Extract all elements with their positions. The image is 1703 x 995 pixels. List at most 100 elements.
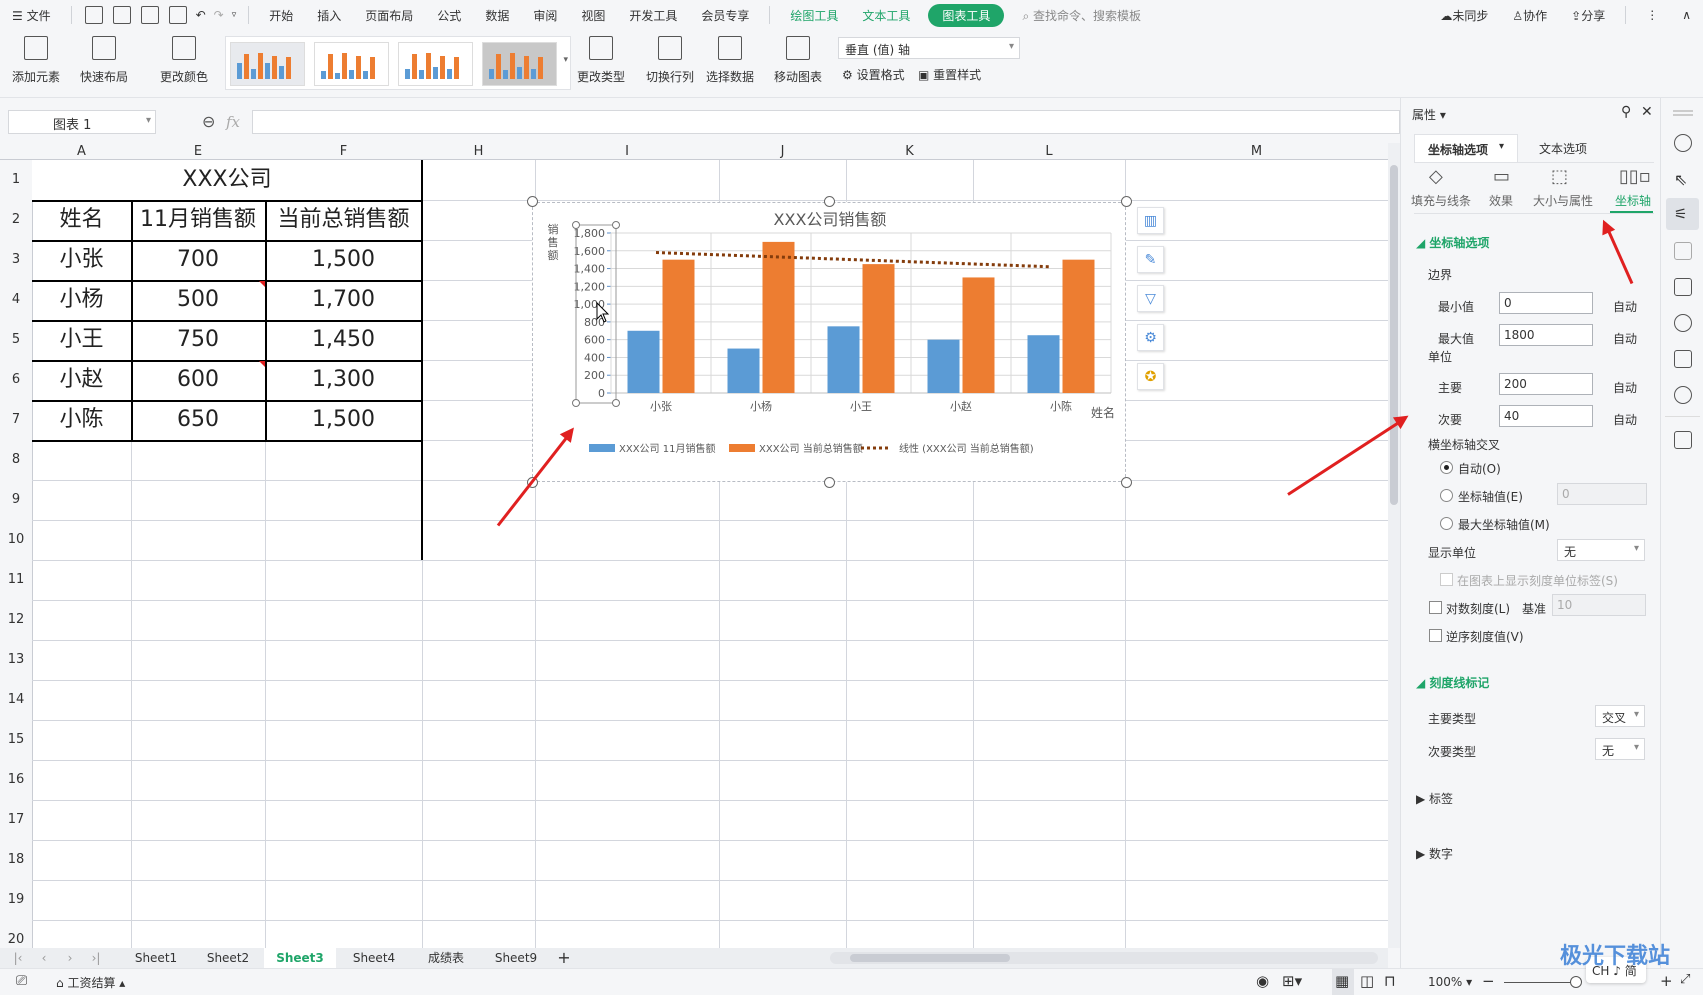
- reverse-label[interactable]: 逆序刻度值(V): [1446, 628, 1524, 645]
- major-unit-input[interactable]: 200: [1499, 373, 1593, 395]
- display-units-select[interactable]: 无: [1557, 539, 1645, 561]
- cross-value-radio[interactable]: [1440, 489, 1453, 502]
- rocket-icon[interactable]: [1674, 134, 1692, 152]
- chart-smart-button[interactable]: ✪: [1137, 363, 1164, 390]
- section-tick-marks[interactable]: ◢ 刻度线标记: [1416, 674, 1489, 691]
- tab-chart-tools[interactable]: 图表工具: [928, 3, 1005, 27]
- column-header-L[interactable]: L: [973, 143, 1125, 160]
- show-units-checkbox[interactable]: [1440, 573, 1453, 586]
- table-cell[interactable]: 小张: [32, 240, 131, 280]
- log-base-input[interactable]: 10: [1552, 594, 1646, 616]
- undo-icon[interactable]: ↶: [192, 8, 210, 22]
- vertical-scroll-thumb[interactable]: [1390, 165, 1398, 505]
- table-cell[interactable]: 1,500: [265, 240, 422, 280]
- customize-icon[interactable]: ▿: [228, 10, 241, 20]
- normal-view-button[interactable]: ▦: [1332, 969, 1354, 995]
- gallery-expand-icon[interactable]: ▾: [563, 55, 568, 65]
- drag-handle[interactable]: [1673, 110, 1693, 112]
- column-header-E[interactable]: E: [131, 143, 265, 160]
- chart-style-4[interactable]: [482, 42, 557, 86]
- select-pointer-icon[interactable]: ⇖: [1674, 170, 1692, 189]
- row-header[interactable]: 3: [0, 240, 32, 280]
- formula-input[interactable]: [252, 110, 1400, 134]
- effects-icon[interactable]: ▭: [1493, 166, 1510, 187]
- tab-data[interactable]: 数据: [473, 7, 521, 24]
- next-sheet-icon[interactable]: ›: [60, 948, 80, 968]
- select-data-button[interactable]: 选择数据: [706, 36, 754, 85]
- table-cell[interactable]: 1,450: [265, 320, 422, 360]
- header-cell-total-sales[interactable]: 当前总销售额: [265, 200, 422, 240]
- header-cell-nov-sales[interactable]: 11月销售额: [131, 200, 265, 240]
- fill-line-icon[interactable]: ◇: [1429, 166, 1443, 187]
- help-icon[interactable]: [1674, 386, 1692, 404]
- file-menu[interactable]: ☰ 文件: [0, 7, 63, 24]
- row-header[interactable]: 4: [0, 280, 32, 320]
- tab-text-options[interactable]: 文本选项: [1539, 140, 1587, 157]
- table-cell[interactable]: 700: [131, 240, 265, 280]
- sheet-tab-4[interactable]: Sheet4: [336, 948, 412, 968]
- subtab-axis[interactable]: 坐标轴: [1615, 192, 1651, 209]
- sheet-tab-2[interactable]: Sheet2: [192, 948, 264, 968]
- zoom-level[interactable]: 100% ▾: [1428, 975, 1472, 989]
- zoom-in-icon[interactable]: +: [1660, 972, 1673, 990]
- eye-protect-icon[interactable]: ◉: [1256, 972, 1269, 990]
- fullscreen-icon[interactable]: ⤢: [1680, 972, 1690, 987]
- size-properties-icon[interactable]: ⬚: [1551, 166, 1568, 187]
- collab-button[interactable]: ♙协作: [1500, 7, 1559, 24]
- log-scale-label[interactable]: 对数刻度(L): [1446, 600, 1510, 617]
- table-cell[interactable]: 1,500: [265, 400, 422, 440]
- row-header[interactable]: 14: [0, 680, 32, 720]
- resize-handle[interactable]: [824, 477, 835, 488]
- last-sheet-icon[interactable]: ›|: [86, 948, 106, 968]
- row-header[interactable]: 20: [0, 920, 32, 948]
- table-cell[interactable]: 小陈: [32, 400, 131, 440]
- print-icon[interactable]: [140, 6, 159, 24]
- row-header[interactable]: 5: [0, 320, 32, 360]
- quick-layout-button[interactable]: 快速布局: [80, 36, 128, 85]
- subtab-effects[interactable]: 效果: [1489, 192, 1513, 209]
- redo-icon[interactable]: ↷: [210, 8, 228, 22]
- chart-style-button[interactable]: ✎: [1137, 246, 1164, 273]
- minor-tick-type-select[interactable]: 无: [1595, 738, 1645, 760]
- row-header[interactable]: 1: [0, 160, 32, 200]
- horizontal-scroll-thumb[interactable]: [850, 954, 1010, 962]
- change-type-button[interactable]: 更改类型: [577, 36, 625, 85]
- switch-row-col-button[interactable]: 切换行列: [646, 36, 694, 85]
- add-sheet-icon[interactable]: +: [552, 948, 576, 968]
- column-header-A[interactable]: A: [32, 143, 131, 160]
- max-auto-button[interactable]: 自动: [1613, 330, 1637, 347]
- table-cell[interactable]: 小王: [32, 320, 131, 360]
- collapse-ribbon-icon[interactable]: ∧: [1670, 8, 1703, 22]
- column-header-H[interactable]: H: [422, 143, 535, 160]
- sheet-tab-5[interactable]: 成绩表: [412, 948, 480, 968]
- tab-page-layout[interactable]: 页面布局: [353, 7, 425, 24]
- row-header[interactable]: 18: [0, 840, 32, 880]
- row-header[interactable]: 2: [0, 200, 32, 240]
- row-header[interactable]: 19: [0, 880, 32, 920]
- chart-object[interactable]: XXX公司销售额销售额 0 200 400 600 800 1,000 1,200 1,400 1…: [532, 202, 1126, 482]
- minor-unit-input[interactable]: 40: [1499, 405, 1593, 427]
- column-header-J[interactable]: J: [719, 143, 846, 160]
- table-cell[interactable]: 650: [131, 400, 265, 440]
- chart-element-select[interactable]: 垂直 (值) 轴: [838, 37, 1020, 59]
- select-all-corner[interactable]: [0, 143, 32, 160]
- page-break-view-icon[interactable]: ⊓: [1384, 972, 1396, 990]
- tab-home[interactable]: 开始: [257, 7, 305, 24]
- section-axis-options[interactable]: ◢ 坐标轴选项: [1416, 234, 1489, 251]
- subtab-fill-line[interactable]: 填充与线条: [1411, 192, 1471, 209]
- cross-auto-label[interactable]: 自动(O): [1458, 460, 1501, 477]
- zoom-formula-icon[interactable]: ⊖: [202, 112, 215, 131]
- zoom-out-icon[interactable]: −: [1482, 972, 1495, 990]
- lightning-icon[interactable]: [1674, 314, 1692, 332]
- cross-value-label[interactable]: 坐标轴值(E): [1458, 488, 1523, 505]
- backup-icon[interactable]: [1674, 278, 1692, 296]
- row-header[interactable]: 13: [0, 640, 32, 680]
- chart-style-2[interactable]: [314, 42, 389, 86]
- share-button[interactable]: ⇪分享: [1559, 7, 1617, 24]
- layout-icon[interactable]: ⊞▾: [1282, 972, 1302, 990]
- chart-elements-button[interactable]: ▥: [1137, 207, 1164, 234]
- resize-handle[interactable]: [1121, 196, 1132, 207]
- min-value-input[interactable]: 0: [1499, 292, 1593, 314]
- tab-developer[interactable]: 开发工具: [617, 7, 689, 24]
- tab-member[interactable]: 会员专享: [689, 7, 761, 24]
